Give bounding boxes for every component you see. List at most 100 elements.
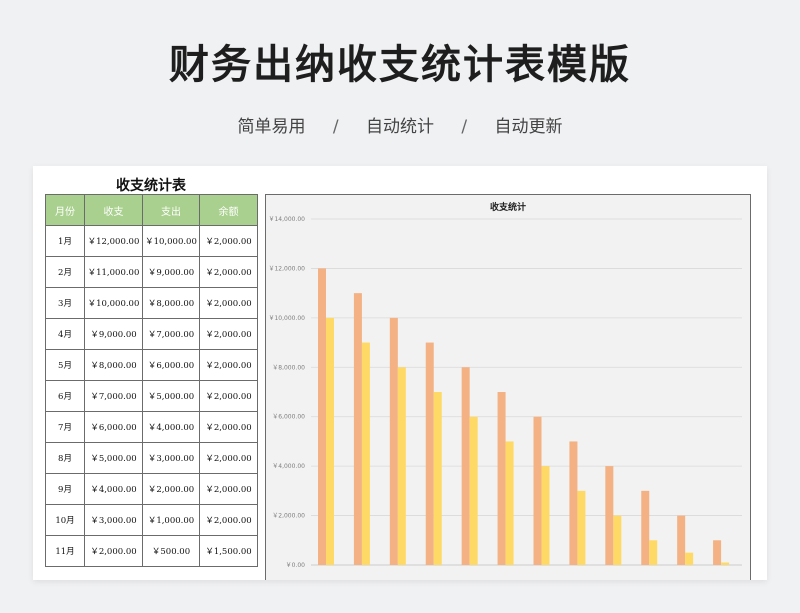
- cell-balance[interactable]: ￥1,500.00: [199, 535, 258, 567]
- income-bar: [497, 392, 506, 565]
- page-title: 财务出纳收支统计表模版: [169, 42, 631, 88]
- expense-bar: [613, 515, 622, 565]
- y-tick-label: ￥12,000.00: [268, 265, 305, 272]
- y-tick-label: ￥6,000.00: [272, 414, 305, 421]
- table-header-row: 月份 收支 支出 余额: [45, 194, 258, 226]
- y-tick-label: ￥14,000.00: [268, 216, 305, 223]
- income-bar: [389, 317, 398, 565]
- table-row: 11月 ￥2,000.00 ￥500.00 ￥1,500.00: [45, 535, 258, 567]
- cell-month[interactable]: 5月: [45, 349, 85, 381]
- tag-easy: 简单易用: [237, 117, 306, 137]
- cell-balance[interactable]: ￥2,000.00: [199, 473, 258, 505]
- cell-month[interactable]: 3月: [45, 287, 85, 319]
- cell-income[interactable]: ￥11,000.00: [84, 256, 143, 288]
- table-row: 6月 ￥7,000.00 ￥5,000.00 ￥2,000.00: [45, 380, 258, 412]
- cell-expense[interactable]: ￥4,000.00: [142, 411, 200, 443]
- cell-expense[interactable]: ￥6,000.00: [142, 349, 200, 381]
- expense-bar: [397, 367, 406, 565]
- cell-month[interactable]: 7月: [45, 411, 85, 443]
- cell-month[interactable]: 2月: [45, 256, 85, 288]
- expense-bar: [469, 416, 478, 565]
- expense-bar: [433, 392, 442, 565]
- tag-auto-update: 自动更新: [494, 117, 563, 137]
- cell-expense[interactable]: ￥8,000.00: [142, 287, 200, 319]
- cell-income[interactable]: ￥2,000.00: [84, 535, 143, 567]
- income-bar: [605, 466, 614, 565]
- expense-bar: [649, 540, 658, 565]
- income-expense-table: 月份 收支 支出 余额 1月 ￥12,000.00 ￥10,000.00 ￥2,000…: [45, 194, 258, 567]
- table-body: 1月 ￥12,000.00 ￥10,000.00 ￥2,000.00 2月 ￥11,000…: [45, 225, 258, 567]
- cell-balance[interactable]: ￥2,000.00: [199, 442, 258, 474]
- cell-expense[interactable]: ￥1,000.00: [142, 504, 200, 536]
- cell-balance[interactable]: ￥2,000.00: [199, 225, 258, 257]
- income-bar: [641, 490, 650, 565]
- table-title: 收支统计表: [116, 178, 186, 194]
- income-bar: [713, 540, 722, 565]
- cell-month[interactable]: 9月: [45, 473, 85, 505]
- cell-income[interactable]: ￥4,000.00: [84, 473, 143, 505]
- cell-balance[interactable]: ￥2,000.00: [199, 411, 258, 443]
- cell-balance[interactable]: ￥2,000.00: [199, 349, 258, 381]
- cell-income[interactable]: ￥10,000.00: [84, 287, 143, 319]
- table-row: 10月 ￥3,000.00 ￥1,000.00 ￥2,000.00: [45, 504, 258, 536]
- cell-income[interactable]: ￥12,000.00: [84, 225, 143, 257]
- cell-expense[interactable]: ￥3,000.00: [142, 442, 200, 474]
- y-tick-label: ￥10,000.00: [268, 315, 305, 322]
- cell-income[interactable]: ￥9,000.00: [84, 318, 143, 350]
- cell-month[interactable]: 8月: [45, 442, 85, 474]
- cell-month[interactable]: 11月: [45, 535, 85, 567]
- expense-bar: [577, 490, 586, 565]
- y-tick-label: ￥8,000.00: [272, 364, 305, 371]
- table-row: 3月 ￥10,000.00 ￥8,000.00 ￥2,000.00: [45, 287, 258, 319]
- tag-separator: /: [461, 117, 468, 137]
- y-tick-label: ￥2,000.00: [272, 513, 305, 520]
- cell-expense[interactable]: ￥5,000.00: [142, 380, 200, 412]
- cell-balance[interactable]: ￥2,000.00: [199, 504, 258, 536]
- cell-expense[interactable]: ￥500.00: [142, 535, 200, 567]
- cell-balance[interactable]: ￥2,000.00: [199, 318, 258, 350]
- spreadsheet-preview: 收支统计表 月份 收支 支出 余额 1月 ￥12,000.00 ￥10,000.00…: [33, 166, 767, 580]
- tag-separator: /: [332, 117, 339, 137]
- table-row: 7月 ￥6,000.00 ￥4,000.00 ￥2,000.00: [45, 411, 258, 443]
- table-row: 4月 ￥9,000.00 ￥7,000.00 ￥2,000.00: [45, 318, 258, 350]
- table-row: 2月 ￥11,000.00 ￥9,000.00 ￥2,000.00: [45, 256, 258, 288]
- cell-expense[interactable]: ￥7,000.00: [142, 318, 200, 350]
- table-row: 8月 ￥5,000.00 ￥3,000.00 ￥2,000.00: [45, 442, 258, 474]
- cell-income[interactable]: ￥8,000.00: [84, 349, 143, 381]
- cell-income[interactable]: ￥3,000.00: [84, 504, 143, 536]
- cell-month[interactable]: 4月: [45, 318, 85, 350]
- expense-bar: [721, 562, 730, 565]
- cell-expense[interactable]: ￥2,000.00: [142, 473, 200, 505]
- column-header-income: 收支: [84, 194, 143, 226]
- table-row: 9月 ￥4,000.00 ￥2,000.00 ￥2,000.00: [45, 473, 258, 505]
- expense-bar: [326, 317, 334, 565]
- cell-income[interactable]: ￥6,000.00: [84, 411, 143, 443]
- income-bar: [425, 342, 434, 565]
- income-bar: [533, 416, 542, 565]
- cell-income[interactable]: ￥5,000.00: [84, 442, 143, 474]
- expense-bar: [361, 342, 370, 565]
- cell-expense[interactable]: ￥9,000.00: [142, 256, 200, 288]
- table-row: 5月 ￥8,000.00 ￥6,000.00 ￥2,000.00: [45, 349, 258, 381]
- column-header-expense: 支出: [142, 194, 200, 226]
- cell-expense[interactable]: ￥10,000.00: [142, 225, 200, 257]
- cell-month[interactable]: 1月: [45, 225, 85, 257]
- expense-bar: [685, 552, 694, 565]
- income-bar: [569, 441, 578, 565]
- column-header-balance: 余额: [199, 194, 258, 226]
- income-bar: [353, 293, 362, 565]
- expense-bar: [505, 441, 514, 565]
- cell-month[interactable]: 6月: [45, 380, 85, 412]
- table-row: 1月 ￥12,000.00 ￥10,000.00 ￥2,000.00: [45, 225, 258, 257]
- income-expense-chart: 收支统计 ￥0.00 ￥2,000.00 ￥4,000.00 ￥6,000.00 ￥8,…: [265, 194, 751, 580]
- y-tick-label: ￥0.00: [286, 562, 306, 569]
- cell-income[interactable]: ￥7,000.00: [84, 380, 143, 412]
- cell-balance[interactable]: ￥2,000.00: [199, 380, 258, 412]
- cell-month[interactable]: 10月: [45, 504, 85, 536]
- income-bar: [677, 515, 686, 565]
- column-header-month: 月份: [45, 194, 85, 226]
- tag-auto-stat: 自动统计: [366, 117, 434, 137]
- cell-balance[interactable]: ￥2,000.00: [199, 287, 258, 319]
- feature-tagline: 简单易用 / 自动统计 / 自动更新: [0, 112, 800, 137]
- cell-balance[interactable]: ￥2,000.00: [199, 256, 258, 288]
